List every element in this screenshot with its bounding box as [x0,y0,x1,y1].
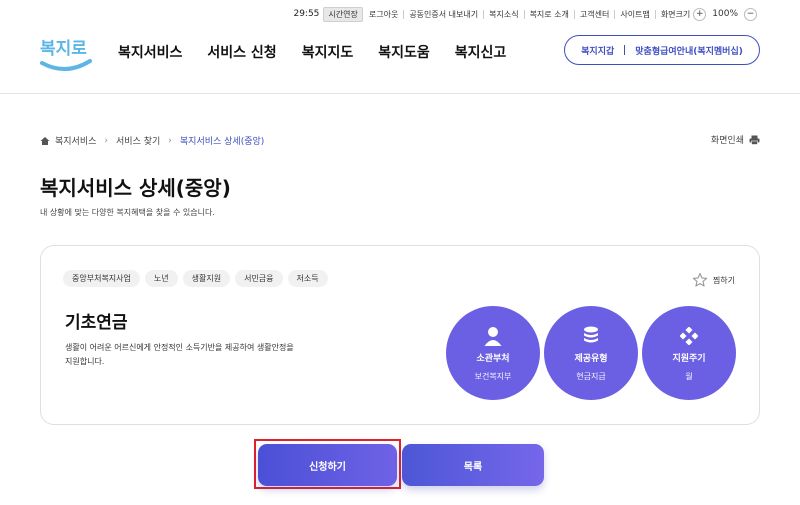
extend-session-button[interactable]: 시간연장 [323,6,363,22]
divider [483,9,485,19]
divider [523,9,525,19]
site-logo[interactable]: 복지로 [40,30,96,78]
divider [624,45,626,55]
header-divider [0,93,800,94]
info-bubble-department: 소관부처 보건복지부 [446,306,540,400]
info-bubble-cycle: 지원주기 월 [642,306,736,400]
cert-export-link[interactable]: 공동인증서 내보내기 [409,9,478,20]
utility-bar: 29:55 시간연장 로그아웃 공동인증서 내보내기 복지소식 복지로 소개 고… [293,6,760,22]
breadcrumb-current: 복지서비스 상세(중앙) [179,137,265,147]
sitemap-link[interactable]: 사이트맵 [620,9,649,20]
info-value: 현금지급 [576,371,606,381]
tag: 저소득 [287,270,328,287]
nav-welfare-map[interactable]: 복지지도 [302,42,354,62]
favorite-button[interactable]: 찜하기 [692,272,735,288]
zoom-in-button[interactable]: + [693,7,707,21]
diamond-grid-icon [680,325,698,347]
printer-icon [749,135,760,145]
apply-button[interactable]: 신청하기 [258,444,397,486]
zoom-out-button[interactable]: − [744,7,757,21]
logo-mark: 복지로 [40,39,92,71]
print-button[interactable]: 화면인쇄 [711,133,760,146]
divider [614,9,616,19]
breadcrumb: 복지서비스 › 서비스 찾기 › 복지서비스 상세(중앙) [40,134,264,147]
main-nav: 복지서비스 서비스 신청 복지지도 복지도움 복지신고 [118,42,506,62]
info-title: 지원주기 [672,353,706,364]
chevron-right-icon: › [104,135,109,146]
tag-list: 중앙부처복지사업 노년 생활지원 서민금융 저소득 [63,270,328,287]
chevron-right-icon: › [168,135,172,146]
tag: 중앙부처복지사업 [63,270,140,287]
support-link[interactable]: 고객센터 [580,9,609,20]
tag: 생활지원 [182,270,231,287]
about-link[interactable]: 복지로 소개 [530,9,569,20]
nav-welfare-report[interactable]: 복지신고 [455,42,507,62]
welfare-pill: 복지지갑 맞춤형급여안내(복지멤버십) [564,35,760,65]
zoom-level: 100% [712,9,738,19]
breadcrumb-item[interactable]: 복지서비스 [55,134,96,147]
info-bubble-type: 제공유형 현금지급 [544,306,638,400]
info-title: 제공유형 [574,353,608,364]
welfare-wallet-link[interactable]: 복지지갑 [581,44,614,57]
nav-welfare-service[interactable]: 복지서비스 [118,42,182,62]
divider [654,9,656,19]
favorite-label: 찜하기 [712,275,735,285]
user-icon [484,325,502,347]
screen-size-label: 화면크기 [660,9,691,19]
star-icon [692,272,708,288]
print-label: 화면인쇄 [710,136,744,146]
tag: 노년 [144,270,178,287]
divider [573,9,575,19]
info-value: 보건복지부 [474,371,512,381]
session-timer: 29:55 [293,9,320,19]
logo-wordmark: 복지로 [40,39,87,59]
info-title: 소관부처 [476,353,510,364]
service-name: 기초연금 [65,313,128,333]
page-subtitle: 내 상황에 맞는 다양한 복지혜택을 찾을 수 있습니다. [40,208,215,217]
list-button[interactable]: 목록 [402,444,544,486]
tag: 서민금융 [235,270,283,287]
info-value: 월 [685,371,693,381]
breadcrumb-item[interactable]: 서비스 찾기 [116,134,160,147]
logout-link[interactable]: 로그아웃 [369,9,398,20]
home-icon[interactable] [40,136,50,146]
divider [403,9,405,19]
nav-welfare-help[interactable]: 복지도움 [378,42,430,62]
nav-service-apply[interactable]: 서비스 신청 [207,42,276,62]
coins-icon [583,325,599,347]
service-card: 중앙부처복지사업 노년 생활지원 서민금융 저소득 찜하기 기초연금 생활이 어… [40,245,760,425]
page-title: 복지서비스 상세(중앙) [40,176,231,200]
service-info: 소관부처 보건복지부 제공유형 현금지급 지원주기 월 [446,306,736,400]
membership-link[interactable]: 맞춤형급여안내(복지멤버십) [635,44,743,57]
news-link[interactable]: 복지소식 [489,9,518,20]
service-description: 생활이 어려운 어르신에게 안정적인 소득기반을 제공하여 생활안정을 지원합니… [65,343,294,366]
